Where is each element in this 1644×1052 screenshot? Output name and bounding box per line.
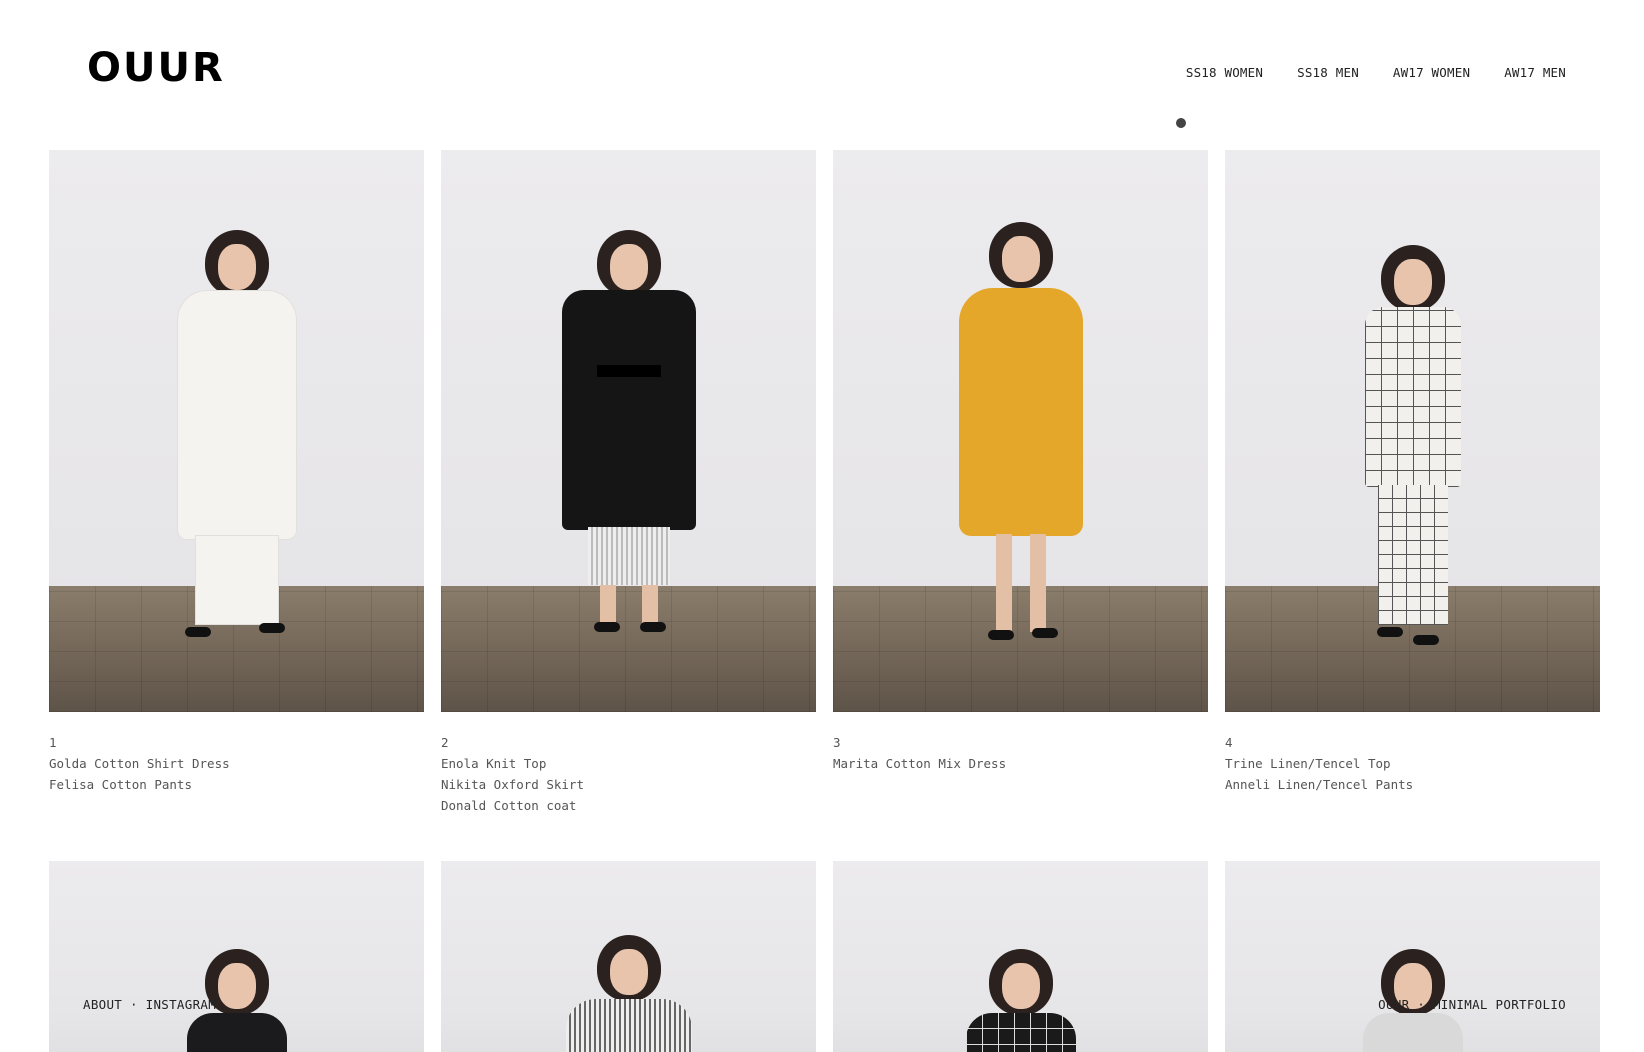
product-caption-1: 1 Golda Cotton Shirt Dress Felisa Cotton… (49, 732, 424, 795)
product-number: 2 (441, 735, 449, 750)
product-photo-8[interactable] (1225, 861, 1600, 1052)
main-nav: SS18 WOMEN SS18 MEN AW17 WOMEN AW17 MEN (1186, 65, 1566, 80)
nav-aw17-men[interactable]: AW17 MEN (1504, 65, 1566, 80)
product-caption-3: 3 Marita Cotton Mix Dress (833, 732, 1208, 774)
product-card-4[interactable]: 4 Trine Linen/Tencel Top Anneli Linen/Te… (1225, 150, 1600, 795)
product-photo-7[interactable] (833, 861, 1208, 1052)
product-card-2[interactable]: 2 Enola Knit Top Nikita Oxford Skirt Don… (441, 150, 816, 816)
product-photo-4[interactable] (1225, 150, 1600, 712)
product-photo-6[interactable] (441, 861, 816, 1052)
product-item[interactable]: Marita Cotton Mix Dress (833, 753, 1208, 774)
product-card-8[interactable] (1225, 861, 1600, 1052)
product-item[interactable]: Golda Cotton Shirt Dress (49, 753, 424, 774)
instagram-link[interactable]: INSTAGRAM (146, 997, 216, 1012)
product-photo-1[interactable] (49, 150, 424, 712)
product-number: 4 (1225, 735, 1233, 750)
product-card-7[interactable] (833, 861, 1208, 1052)
product-card-1[interactable]: 1 Golda Cotton Shirt Dress Felisa Cotton… (49, 150, 424, 795)
product-caption-2: 2 Enola Knit Top Nikita Oxford Skirt Don… (441, 732, 816, 816)
footer-credit-text: OUUR · MINIMAL PORTFOLIO (1378, 997, 1566, 1012)
footer-credit: OUUR · MINIMAL PORTFOLIO (1378, 997, 1566, 1012)
product-item[interactable]: Enola Knit Top (441, 753, 816, 774)
product-item[interactable]: Nikita Oxford Skirt (441, 774, 816, 795)
product-photo-3[interactable] (833, 150, 1208, 712)
nav-ss18-women[interactable]: SS18 WOMEN (1186, 65, 1263, 80)
product-card-6[interactable] (441, 861, 816, 1052)
footer-links: ABOUT · INSTAGRAM (83, 997, 216, 1012)
product-item[interactable]: Felisa Cotton Pants (49, 774, 424, 795)
outfit-shape (176, 290, 297, 540)
product-photo-2[interactable] (441, 150, 816, 712)
product-caption-4: 4 Trine Linen/Tencel Top Anneli Linen/Te… (1225, 732, 1600, 795)
nav-ss18-men[interactable]: SS18 MEN (1297, 65, 1359, 80)
about-link[interactable]: ABOUT (83, 997, 122, 1012)
nav-aw17-women[interactable]: AW17 WOMEN (1393, 65, 1470, 80)
product-card-5[interactable] (49, 861, 424, 1052)
product-item[interactable]: Anneli Linen/Tencel Pants (1225, 774, 1600, 795)
product-card-3[interactable]: 3 Marita Cotton Mix Dress (833, 150, 1208, 774)
product-item[interactable]: Trine Linen/Tencel Top (1225, 753, 1600, 774)
product-item[interactable]: Donald Cotton coat (441, 795, 816, 816)
active-nav-indicator (1176, 118, 1186, 128)
footer-separator: · (129, 997, 138, 1012)
product-number: 1 (49, 735, 57, 750)
product-number: 3 (833, 735, 841, 750)
logo[interactable]: OUUR (87, 48, 225, 88)
product-photo-5[interactable] (49, 861, 424, 1052)
